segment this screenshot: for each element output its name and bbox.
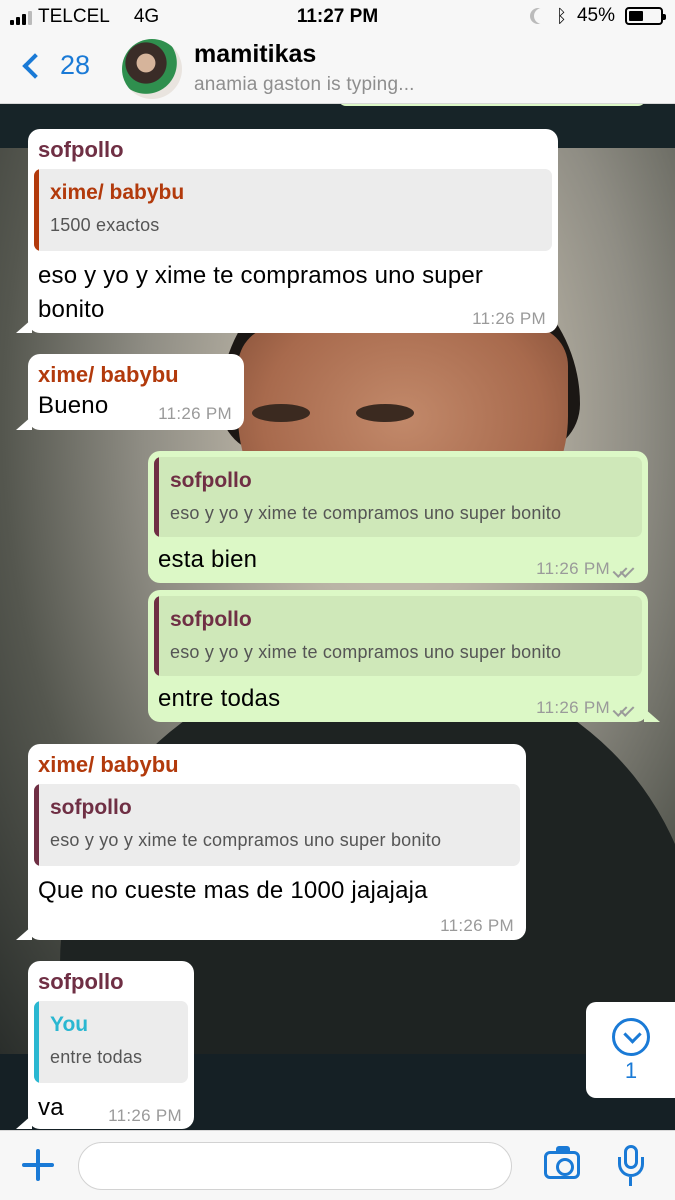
message-text: esta bien [158,546,258,573]
quoted-sender: sofpollo [170,608,252,631]
quoted-sender: sofpollo [170,469,252,492]
quoted-text: 1500 exactos [50,215,160,235]
message-bubble[interactable]: xime/ babybu sofpollo eso y yo y xime te… [16,744,526,940]
microphone-icon[interactable] [616,1145,646,1189]
quoted-sender: xime/ babybu [50,181,185,204]
message-text: va [38,1094,64,1121]
quoted-message[interactable]: sofpollo eso y yo y xime te compramos un… [34,784,520,866]
message-text-line: eso y yo y xime te compramos uno super [38,262,484,289]
moon-icon [534,8,550,24]
message-bubble[interactable]: xime/ babybu Bueno 11:26 PM [16,354,244,430]
wallpaper-photo-eye [252,404,310,422]
quoted-sender: sofpollo [50,796,132,819]
double-check-icon [614,564,636,576]
message-time: 11:26 PM [536,559,636,579]
camera-icon[interactable] [544,1146,580,1179]
message-composer [0,1130,675,1200]
message-bubble[interactable]: sofpollo xime/ babybu 1500 exactos eso y… [16,129,558,333]
message-sender[interactable]: xime/ babybu [38,752,179,778]
message-bubble[interactable]: sofpollo eso y yo y xime te compramos un… [148,451,648,583]
message-sender[interactable]: sofpollo [38,969,124,995]
status-bar: TELCEL 4G 11:27 PM ᛒ 45% [0,0,675,34]
double-check-icon [614,703,636,715]
message-bubble[interactable]: sofpollo eso y yo y xime te compramos un… [148,590,660,722]
message-text: Bueno [38,392,109,419]
message-text: Que no cueste mas de 1000 jajajaja [38,877,428,904]
message-time: 11:26 PM [472,309,546,328]
new-message-count: 1 [624,1058,638,1083]
plus-icon[interactable] [22,1149,54,1181]
message-time-text: 11:26 PM [536,698,610,717]
message-bubble[interactable]: sofpollo You entre todas va 11:26 PM [16,961,194,1129]
quoted-text: eso y yo y xime te compramos uno super b… [50,830,442,850]
microphone-stem [629,1177,632,1186]
typing-status: anamia gaston is typing... [194,74,415,95]
wallpaper-photo-eye [356,404,414,422]
message-input[interactable] [78,1142,512,1190]
message-time: 11:26 PM [440,916,514,935]
scroll-to-bottom-button[interactable]: 1 [586,1002,675,1098]
message-sender[interactable]: sofpollo [38,137,124,163]
message-time: 11:26 PM [108,1106,182,1125]
quoted-message[interactable]: xime/ babybu 1500 exactos [34,169,552,251]
quoted-message[interactable]: sofpollo eso y yo y xime te compramos un… [154,596,642,676]
quoted-text: entre todas [50,1047,143,1067]
message-text: entre todas [158,685,281,712]
quoted-message[interactable]: sofpollo eso y yo y xime te compramos un… [154,457,642,537]
back-button[interactable]: 28 [18,50,90,81]
microphone-cup [618,1157,644,1177]
quoted-text: eso y yo y xime te compramos uno super b… [170,503,562,523]
back-chevron-icon [22,52,48,79]
message-text-line: bonito [38,296,105,323]
battery-fill [629,11,643,21]
message-time-text: 11:26 PM [536,559,610,578]
message-text: eso y yo y xime te compramos uno super b… [38,259,483,327]
quoted-text: eso y yo y xime te compramos uno super b… [170,642,562,662]
quoted-sender: You [50,1013,89,1036]
bluetooth-icon: ᛒ [556,5,567,26]
chat-header: 28 mamitikas anamia gaston is typing... [0,34,675,104]
message-time: 11:26 PM [536,698,636,718]
quoted-message[interactable]: You entre todas [34,1001,188,1083]
scroll-down-icon [612,1018,650,1056]
unread-count: 28 [60,50,91,80]
message-sender[interactable]: xime/ babybu [38,362,179,388]
group-avatar[interactable] [122,39,182,99]
message-time: 11:26 PM [158,404,232,423]
battery-icon [625,7,666,25]
battery-percent: 45% [576,5,615,26]
chat-title[interactable]: mamitikas [194,40,316,69]
